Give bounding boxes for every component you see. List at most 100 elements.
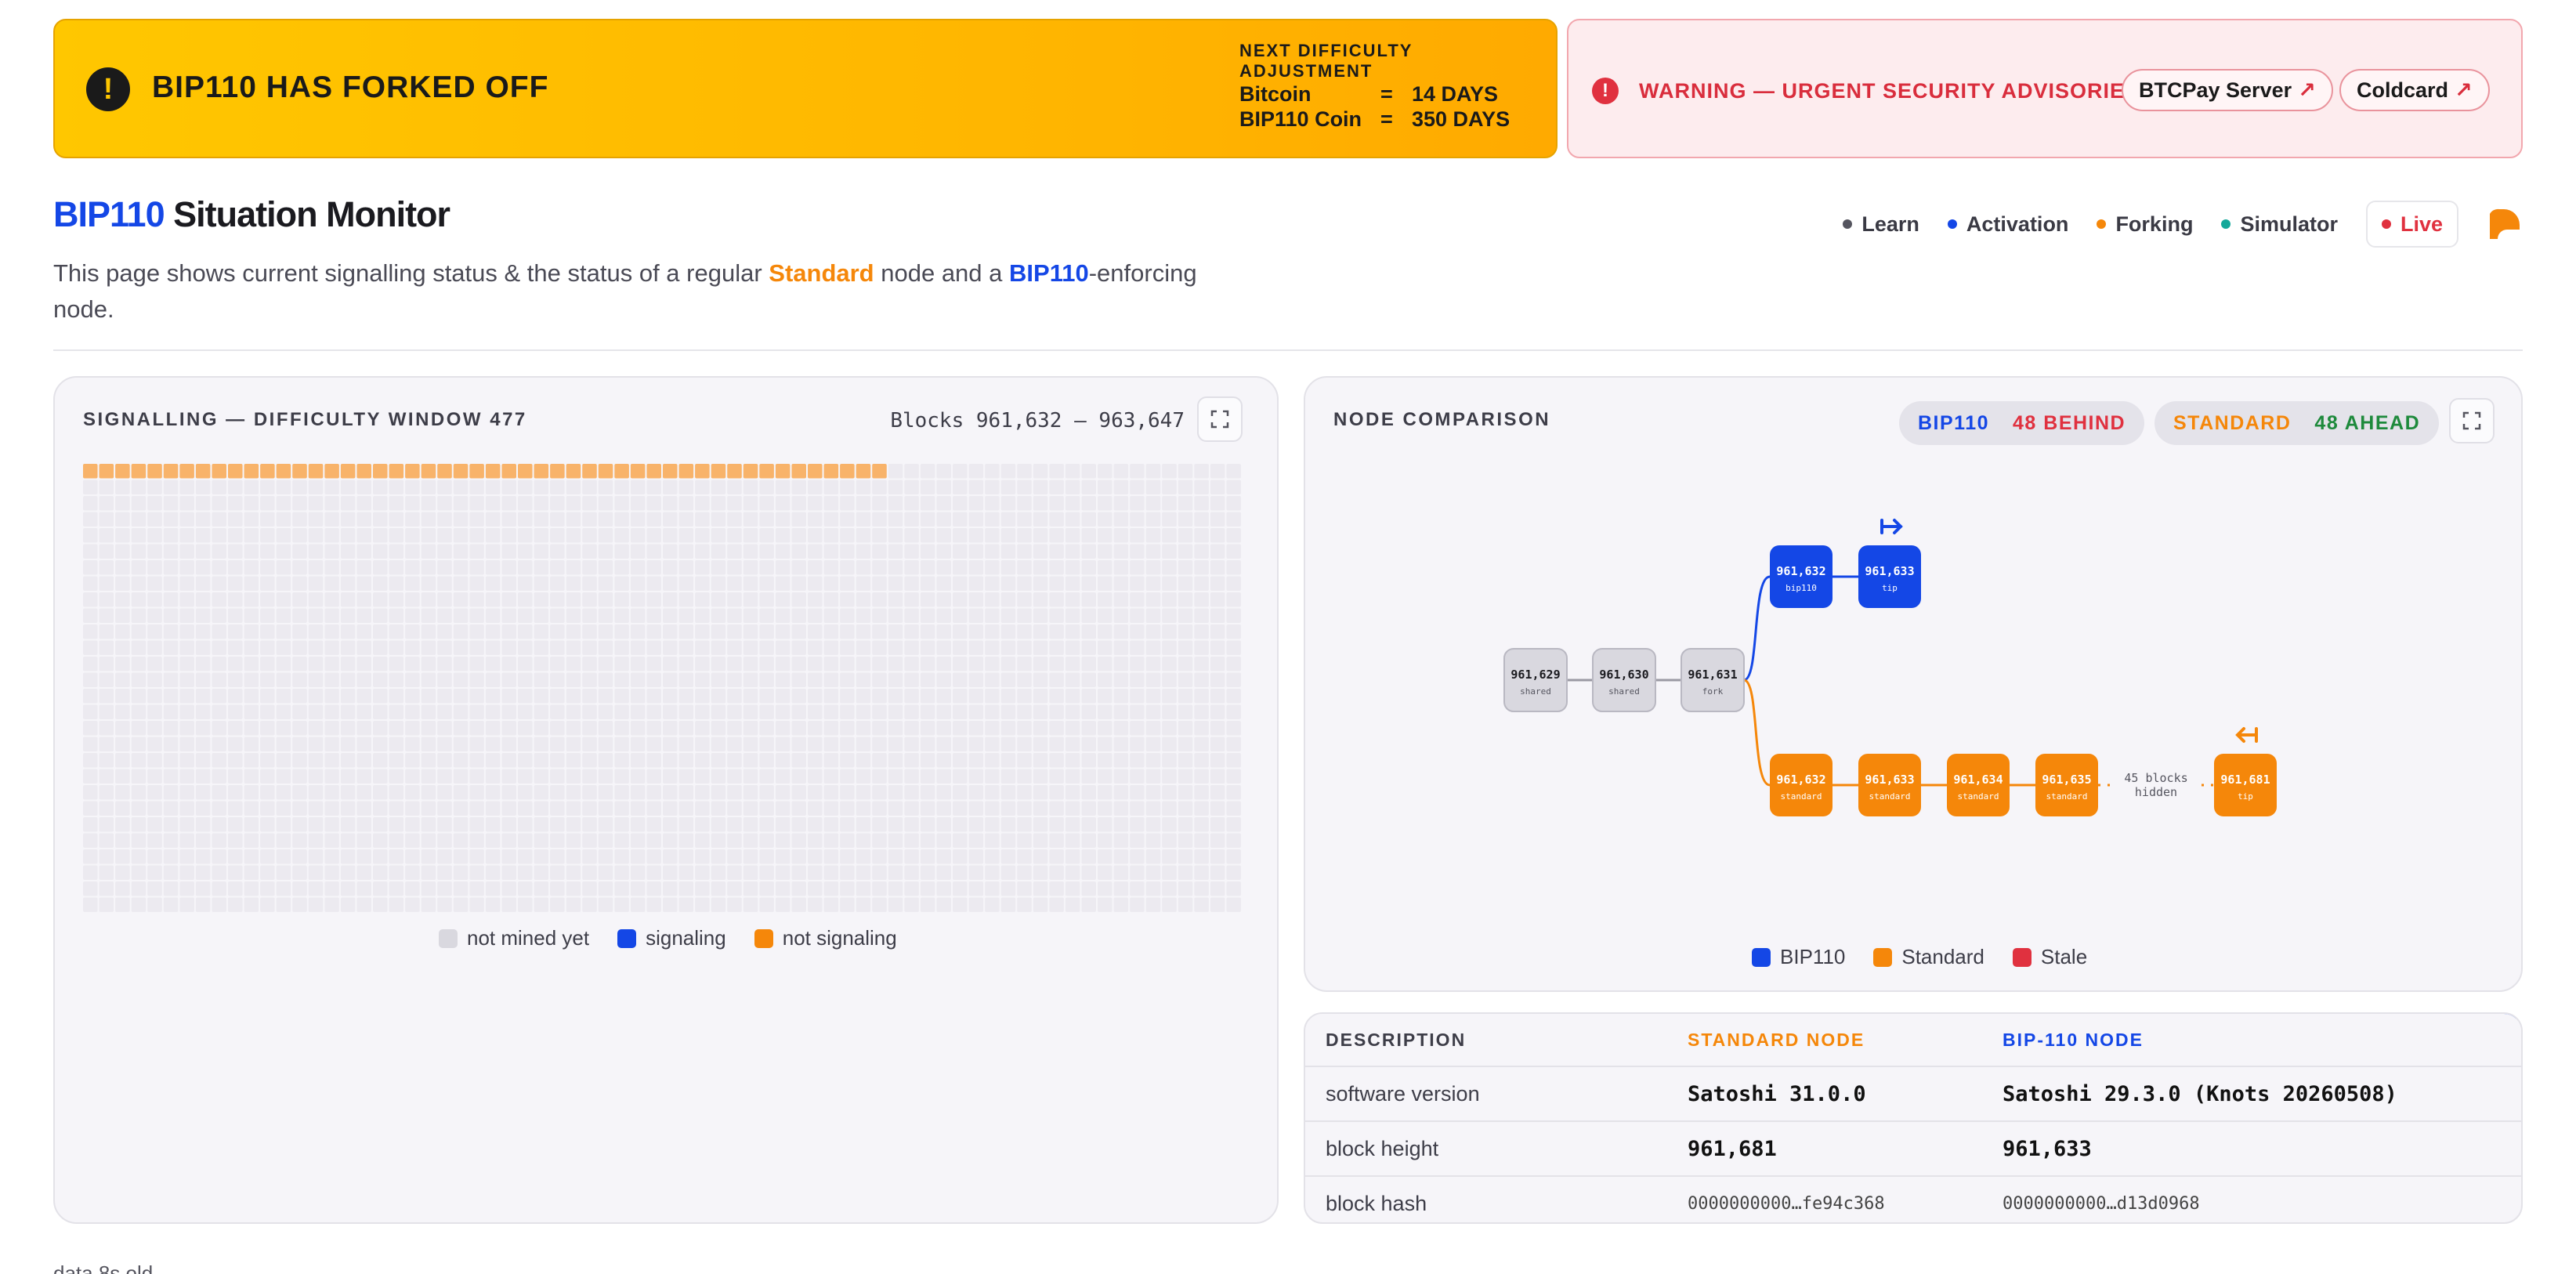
block-cell — [614, 576, 629, 591]
block-cell — [228, 592, 243, 607]
block-cell — [405, 737, 420, 751]
block-cell — [308, 817, 324, 832]
block-cell — [469, 608, 484, 623]
block-cell — [727, 817, 742, 832]
block-cell — [340, 480, 356, 494]
block-cell — [1081, 560, 1096, 575]
block-cell — [83, 865, 98, 880]
block-cell — [711, 817, 726, 832]
block-cell — [1194, 528, 1209, 543]
block-cell — [1145, 576, 1161, 591]
expand-button[interactable] — [2449, 398, 2495, 443]
block-cell — [356, 512, 371, 527]
block-cell — [695, 640, 710, 655]
block-cell — [1226, 897, 1241, 912]
btcpay-advisory-link[interactable]: BTCPay Server ↗ — [2122, 69, 2333, 111]
block-cell — [920, 657, 935, 671]
block-cell — [550, 528, 565, 543]
block-cell — [1081, 640, 1096, 655]
block-cell — [308, 833, 324, 848]
block-cell — [1194, 881, 1209, 896]
chain-block[interactable]: 961,635standard — [2035, 754, 2098, 816]
block-cell — [373, 560, 388, 575]
block-cell — [727, 576, 742, 591]
block-cell — [727, 608, 742, 623]
nav-learn[interactable]: Learn — [1843, 212, 1919, 237]
block-cell — [1194, 608, 1209, 623]
chain-block[interactable]: 961,633standard — [1858, 754, 1921, 816]
chain-block[interactable]: 961,629shared — [1503, 648, 1568, 712]
block-cell — [340, 785, 356, 800]
nav-live[interactable]: Live — [2365, 201, 2458, 248]
standard-value: 0000000000…fe94c368 — [1688, 1193, 1885, 1214]
block-cell — [823, 608, 839, 623]
block-cell — [212, 881, 226, 896]
chain-block[interactable]: 961,633tip — [1858, 545, 1921, 608]
block-cell — [566, 640, 581, 655]
block-cell — [711, 704, 726, 719]
block-cell — [115, 769, 130, 784]
block-cell — [485, 512, 501, 527]
block-cell — [276, 785, 291, 800]
block-cell — [1000, 817, 1016, 832]
block-cell — [147, 833, 162, 848]
block-cell — [550, 496, 565, 511]
expand-button[interactable] — [1197, 396, 1243, 442]
block-cell — [888, 721, 903, 736]
block-cell — [228, 833, 243, 848]
block-cell — [888, 624, 903, 639]
nav-forking[interactable]: Forking — [2097, 212, 2193, 237]
block-cell — [743, 833, 758, 848]
block-cell — [920, 817, 935, 832]
block-cell — [920, 721, 935, 736]
chain-block[interactable]: 961,632standard — [1770, 754, 1833, 816]
block-cell — [453, 528, 469, 543]
block-cell — [550, 464, 565, 479]
nav-activation[interactable]: Activation — [1947, 212, 2068, 237]
block-cell — [823, 817, 839, 832]
brand-logo-icon[interactable] — [2487, 206, 2523, 242]
block-cell — [614, 592, 629, 607]
block-cell — [598, 769, 613, 784]
block-cell — [920, 624, 935, 639]
block-cell — [260, 849, 275, 864]
block-cell — [356, 640, 371, 655]
chain-block[interactable]: 961,630shared — [1592, 648, 1656, 712]
block-cell — [823, 464, 839, 479]
block-cell — [695, 496, 710, 511]
chain-block[interactable]: 961,681tip — [2214, 754, 2277, 816]
coldcard-advisory-link[interactable]: Coldcard ↗ — [2339, 69, 2490, 111]
nav-simulator[interactable]: Simulator — [2221, 212, 2338, 237]
block-cell — [953, 785, 968, 800]
block-cell — [405, 753, 420, 768]
block-cell — [1098, 592, 1113, 607]
block-cell — [614, 624, 629, 639]
block-cell — [244, 865, 259, 880]
block-cell — [808, 528, 823, 543]
block-cell — [1226, 592, 1241, 607]
block-cell — [437, 657, 452, 671]
block-cell — [163, 817, 179, 832]
block-cell — [791, 817, 806, 832]
expand-icon — [2462, 411, 2481, 430]
block-cell — [453, 833, 469, 848]
chain-block[interactable]: 961,632bip110 — [1770, 545, 1833, 608]
block-cell — [1226, 865, 1241, 880]
chain-block[interactable]: 961,634standard — [1947, 754, 2010, 816]
block-cell — [1065, 833, 1080, 848]
block-cell — [678, 544, 694, 559]
block-cell — [421, 592, 436, 607]
block-cell — [518, 640, 533, 655]
block-cell — [179, 849, 194, 864]
block-cell — [1049, 833, 1064, 848]
block-cell — [308, 464, 324, 479]
block-cell — [840, 704, 855, 719]
block-cell — [727, 480, 742, 494]
block-cell — [340, 721, 356, 736]
block-cell — [99, 512, 114, 527]
block-cell — [968, 544, 984, 559]
chain-block[interactable]: 961,631fork — [1681, 648, 1745, 712]
block-cell — [695, 528, 710, 543]
block-cell — [936, 672, 951, 687]
block-cell — [582, 769, 597, 784]
